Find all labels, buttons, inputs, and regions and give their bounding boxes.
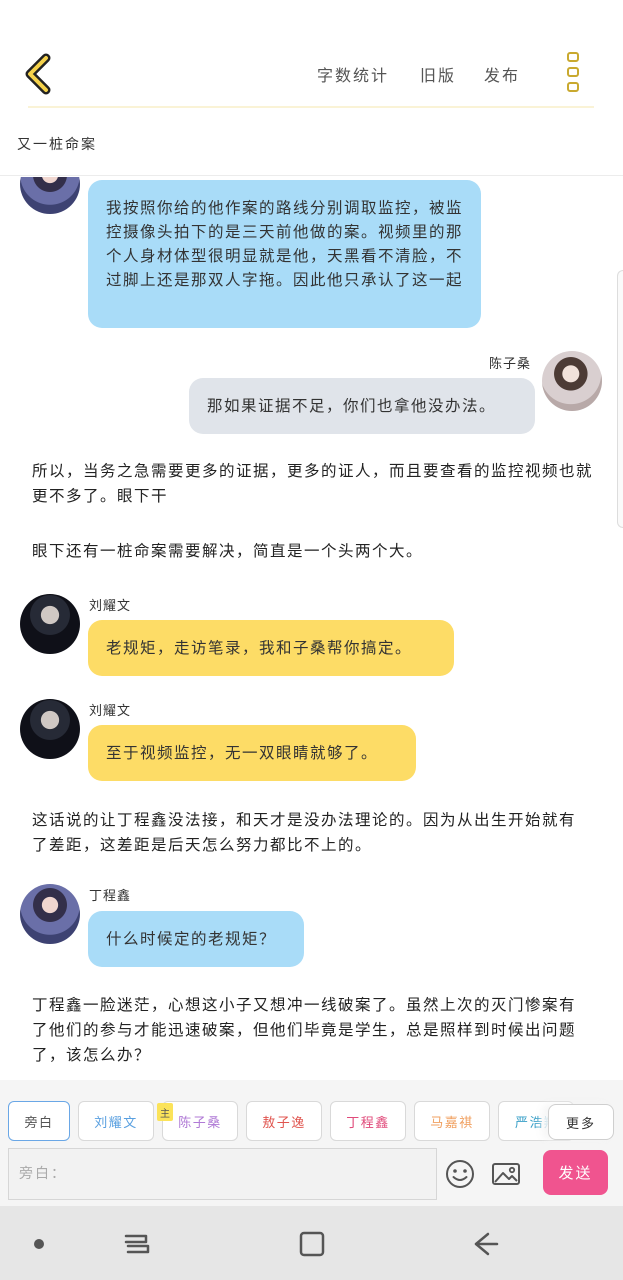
chat-bubble: 至于视频监控，无一双眼睛就够了。 bbox=[88, 725, 416, 781]
narration-text: 所以，当务之急需要更多的证据，更多的证人，而且要查看的监控视频也就更不多了。眼下… bbox=[32, 462, 594, 505]
narration-text: 眼下还有一桩命案需要解决，简直是一个头两个大。 bbox=[32, 542, 424, 560]
role-chip[interactable]: 马嘉祺 bbox=[414, 1101, 490, 1141]
role-chip[interactable]: 刘耀文 bbox=[78, 1101, 154, 1141]
more-vertical-icon[interactable] bbox=[564, 52, 582, 96]
word-count-button[interactable]: 字数统计 bbox=[317, 62, 389, 86]
chapter-title: 又一桩命案 bbox=[17, 137, 97, 153]
publish-button[interactable]: 发布 bbox=[484, 62, 520, 86]
speaker-name: 丁程鑫 bbox=[89, 889, 132, 904]
narration-text: 这话说的让丁程鑫没法接，和天才是没办法理论的。因为从出生开始就有了差距，这差距是… bbox=[32, 811, 577, 854]
top-actions: 字数统计 旧版 发布 bbox=[0, 62, 623, 88]
main-role-badge: 主 bbox=[157, 1103, 173, 1121]
composer: 发送 bbox=[0, 1144, 623, 1206]
top-divider bbox=[28, 106, 594, 108]
top-bar: 字数统计 旧版 发布 bbox=[0, 0, 623, 110]
back-icon[interactable] bbox=[470, 1229, 500, 1259]
role-chip[interactable]: 丁程鑫 bbox=[330, 1101, 406, 1141]
more-roles-button[interactable]: 更多 bbox=[548, 1104, 614, 1140]
chapter-title-bar: 又一桩命案 bbox=[0, 118, 623, 176]
role-chip[interactable]: 陈子桑 bbox=[162, 1101, 238, 1141]
avatar[interactable] bbox=[20, 699, 80, 759]
system-nav-bar bbox=[0, 1206, 623, 1280]
narration-text: 丁程鑫一脸迷茫，心想这小子又想冲一线破案了。虽然上次的灭门惨案有了他们的参与才能… bbox=[32, 996, 577, 1064]
scrollbar[interactable] bbox=[617, 270, 623, 528]
avatar[interactable] bbox=[20, 177, 80, 214]
chat-area[interactable]: 我按照你给的他作案的路线分别调取监控，被监控摄像头拍下的是三天前他做的案。视频里… bbox=[0, 177, 623, 1080]
role-selector: 旁白 刘耀文 陈子桑 敖子逸 丁程鑫 马嘉祺 严浩翔 bbox=[0, 1080, 623, 1148]
emoji-icon[interactable] bbox=[444, 1158, 476, 1190]
assistant-dot-icon[interactable] bbox=[34, 1239, 44, 1249]
chat-bubble: 我按照你给的他作案的路线分别调取监控，被监控摄像头拍下的是三天前他做的案。视频里… bbox=[88, 180, 481, 328]
chat-bubble: 那如果证据不足，你们也拿他没办法。 bbox=[189, 378, 535, 434]
recent-apps-icon[interactable] bbox=[122, 1230, 152, 1258]
old-version-button[interactable]: 旧版 bbox=[420, 62, 456, 86]
speaker-name: 刘耀文 bbox=[89, 599, 132, 614]
avatar[interactable] bbox=[20, 594, 80, 654]
avatar[interactable] bbox=[20, 884, 80, 944]
message-input[interactable] bbox=[8, 1148, 437, 1200]
role-chip-narrator[interactable]: 旁白 bbox=[8, 1101, 70, 1141]
role-chip[interactable]: 敖子逸 bbox=[246, 1101, 322, 1141]
avatar[interactable] bbox=[542, 351, 602, 411]
chat-bubble: 什么时候定的老规矩？ bbox=[88, 911, 304, 967]
speaker-name: 陈子桑 bbox=[489, 357, 532, 372]
chat-bubble: 老规矩，走访笔录，我和子桑帮你搞定。 bbox=[88, 620, 454, 676]
send-button[interactable]: 发送 bbox=[543, 1150, 608, 1195]
home-icon[interactable] bbox=[297, 1229, 327, 1259]
image-icon[interactable] bbox=[490, 1158, 522, 1190]
speaker-name: 刘耀文 bbox=[89, 704, 132, 719]
